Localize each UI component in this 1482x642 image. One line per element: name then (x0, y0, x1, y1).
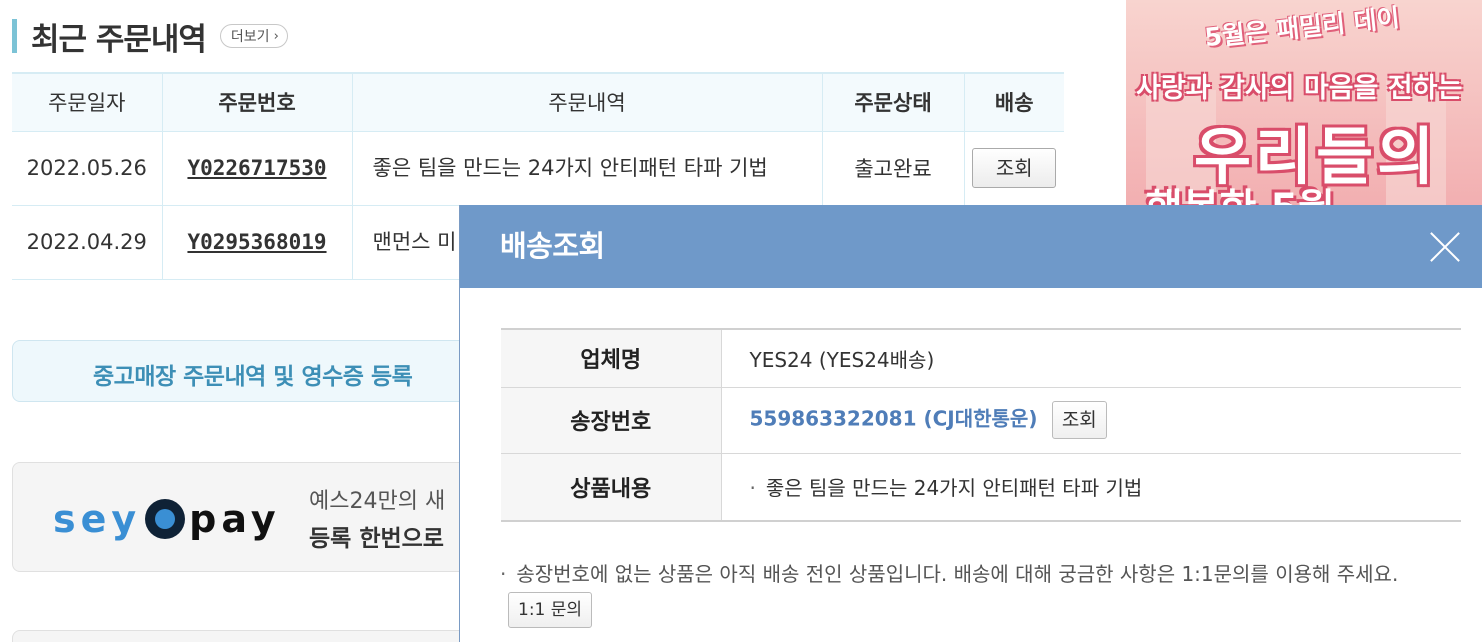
bullet-icon: · (749, 476, 756, 501)
delivery-cell: 조회 (963, 131, 1064, 206)
section-accent-bar (12, 19, 17, 53)
invoice-label: 송장번호 (501, 387, 722, 453)
yes-pay-promo[interactable]: sey pay 예스24만의 새 등록 한번으로 (12, 462, 512, 572)
close-icon[interactable] (1428, 230, 1462, 264)
banner-line2: 사랑과 감사의 마음을 전하는 (1136, 73, 1463, 104)
order-status: 출고완료 (821, 131, 964, 206)
order-description: 좋은 팀을 만드는 24가지 안티패턴 타파 기법 (351, 131, 822, 206)
invoice-lookup-button[interactable]: 조회 (1051, 401, 1107, 439)
page-title: 최근 주문내역 (31, 21, 207, 58)
invoice-cell: 559863322081 (CJ대한통운) 조회 (721, 387, 1461, 453)
delivery-lookup-button[interactable]: 조회 (972, 148, 1057, 188)
col-header-date: 주문일자 (12, 72, 162, 132)
info-row-invoice: 송장번호 559863322081 (CJ대한통운) 조회 (501, 387, 1461, 453)
order-number-link[interactable]: Y0226717530 (161, 131, 352, 206)
bullet-icon: · (500, 562, 507, 586)
more-button-label: 더보기 (230, 29, 270, 45)
info-row-product: 상품내용 · 좋은 팀을 만드는 24가지 안티패턴 타파 기법 (501, 453, 1461, 521)
recent-orders-header: 최근 주문내역 더보기 › (12, 14, 288, 58)
company-label: 업체명 (501, 329, 722, 387)
pay-logo-icon (145, 499, 186, 539)
chevron-right-icon: › (273, 28, 279, 44)
order-number-link[interactable]: Y0295368019 (161, 205, 352, 280)
inquiry-button[interactable]: 1:1 문의 (508, 591, 593, 628)
company-value: YES24 (YES24배송) (749, 347, 935, 372)
modal-header: 배송조회 (460, 205, 1482, 288)
col-header-status: 주문상태 (821, 72, 964, 132)
product-value: 좋은 팀을 만드는 24가지 안티패턴 타파 기법 (765, 476, 1143, 501)
product-label: 상품내용 (501, 453, 722, 521)
table-row: 2022.05.26 Y0226717530 좋은 팀을 만드는 24가지 안티… (12, 131, 1064, 206)
order-date: 2022.04.29 (12, 205, 162, 280)
pay-description-line2: 등록 한번으로 (309, 526, 444, 552)
pay-logo-left: sey (53, 497, 142, 541)
modal-title: 배송조회 (500, 229, 605, 263)
invoice-number: 559863322081 (CJ대한통운) (749, 406, 1038, 431)
product-cell: · 좋은 팀을 만드는 24가지 안티패턴 타파 기법 (721, 453, 1461, 521)
delivery-notice: · 송장번호에 없는 상품은 아직 배송 전인 상품입니다. 배송에 대해 궁금한… (500, 557, 1460, 628)
delivery-info-table: 업체명 YES24 (YES24배송) 송장번호 559863322081 (C… (501, 328, 1461, 522)
yes-pay-logo: sey pay (53, 497, 281, 541)
order-date: 2022.05.26 (12, 131, 162, 206)
col-header-order-no: 주문번호 (161, 72, 352, 132)
used-store-receipt-button[interactable]: 중고매장 주문내역 및 영수증 등록 (12, 340, 512, 402)
notice-text: 송장번호에 없는 상품은 아직 배송 전인 상품입니다. 배송에 대해 궁금한 … (516, 562, 1399, 586)
delivery-lookup-modal: 배송조회 업체명 YES24 (YES24배송) 송장번호 5598633220… (459, 205, 1482, 642)
family-day-banner[interactable]: 5월은 패밀리 데이 사랑과 감사의 마음을 전하는 우리들의 행복한 5월 (1126, 0, 1482, 210)
used-store-label: 중고매장 주문내역 및 영수증 등록 (93, 364, 413, 390)
pay-logo-right: pay (189, 497, 281, 541)
col-header-details: 주문내역 (351, 72, 822, 132)
pay-description-line1: 예스24만의 새 (309, 489, 446, 514)
col-header-delivery: 배송 (963, 72, 1064, 132)
more-button[interactable]: 더보기 › (219, 24, 288, 48)
next-panel-edge (12, 630, 512, 642)
info-row-company: 업체명 YES24 (YES24배송) (501, 329, 1461, 387)
